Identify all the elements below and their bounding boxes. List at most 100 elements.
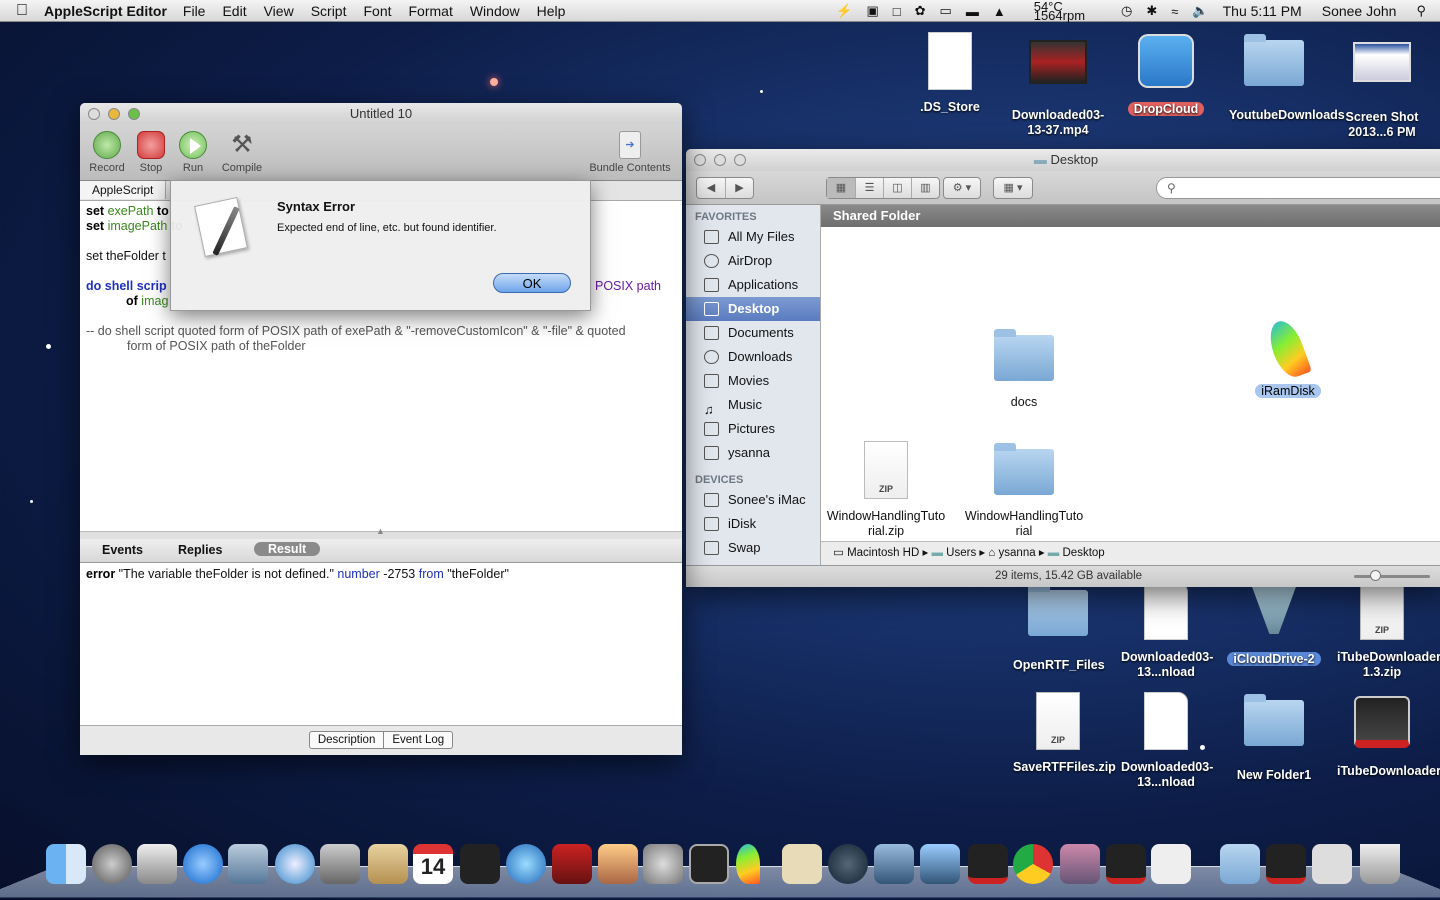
- fan-icon[interactable]: ▲: [993, 4, 1006, 19]
- sidebar-item-airdrop[interactable]: AirDrop: [686, 249, 820, 273]
- forward-icon[interactable]: ▶: [725, 178, 753, 198]
- sidebar-item-all-my-files[interactable]: All My Files: [686, 225, 820, 249]
- menu-view[interactable]: View: [264, 3, 294, 19]
- ok-button[interactable]: OK: [493, 273, 571, 293]
- apple-menu-icon[interactable]: : [0, 2, 44, 20]
- icon-view-icon[interactable]: ▦: [827, 178, 855, 198]
- search-input[interactable]: ⚲: [1156, 177, 1440, 199]
- sidebar-item-idisk[interactable]: iDisk: [686, 512, 820, 536]
- paw-icon[interactable]: ✿: [915, 3, 926, 19]
- record-button[interactable]: Record: [82, 131, 132, 174]
- script-editor-dock-icon[interactable]: [1151, 844, 1191, 884]
- camera-icon[interactable]: ▣: [866, 3, 878, 19]
- zoom-icon[interactable]: [128, 108, 140, 120]
- system-preferences-dock-icon[interactable]: [643, 844, 683, 884]
- activity-monitor-dock-icon[interactable]: [689, 844, 729, 884]
- document-dock-icon[interactable]: [782, 844, 822, 884]
- facetime-dock-icon[interactable]: [320, 844, 360, 884]
- result-pane[interactable]: error "The variable theFolder is not def…: [80, 563, 682, 725]
- itunes-dock-icon[interactable]: [506, 844, 546, 884]
- run-button[interactable]: Run: [168, 131, 218, 174]
- desktop-icon-itube-zip[interactable]: ZIP iTubeDownloader 1.3.zip: [1327, 580, 1440, 680]
- photos-dock-icon[interactable]: [1060, 844, 1100, 884]
- folder-dock-icon[interactable]: [1220, 844, 1260, 884]
- safari-dock-icon[interactable]: [275, 844, 315, 884]
- sidebar-item-documents[interactable]: Documents: [686, 321, 820, 345]
- screen-dock-icon[interactable]: [968, 844, 1008, 884]
- tab-replies[interactable]: Replies: [178, 543, 222, 557]
- sidebar-item-home[interactable]: ysanna: [686, 441, 820, 465]
- path-item[interactable]: Macintosh HD: [847, 547, 919, 559]
- desktop-icon-video[interactable]: Downloaded03-13-37.mp4: [1003, 30, 1113, 138]
- finder-titlebar[interactable]: ▬ Desktop: [686, 149, 1440, 171]
- contacts-dock-icon[interactable]: [368, 844, 408, 884]
- app-menu[interactable]: AppleScript Editor: [44, 3, 167, 19]
- event-log-button[interactable]: Event Log: [383, 732, 452, 748]
- language-selector[interactable]: AppleScript: [80, 181, 167, 199]
- sidebar-item-imac[interactable]: Sonee's iMac: [686, 488, 820, 512]
- description-button[interactable]: Description: [310, 732, 384, 748]
- iphoto-dock-icon[interactable]: [598, 844, 638, 884]
- menu-edit[interactable]: Edit: [222, 3, 246, 19]
- menu-script[interactable]: Script: [311, 3, 347, 19]
- speedometer-dock-icon[interactable]: [828, 844, 868, 884]
- sidebar-item-swap[interactable]: Swap: [686, 536, 820, 560]
- minimize-icon[interactable]: [108, 108, 120, 120]
- column-view-icon[interactable]: ◫: [883, 178, 911, 198]
- compile-button[interactable]: ⚒ Compile: [217, 131, 267, 174]
- chrome-dock-icon[interactable]: [1013, 844, 1053, 884]
- lock-icon[interactable]: □: [893, 4, 901, 19]
- path-item[interactable]: Desktop: [1063, 547, 1105, 559]
- preview-dock-icon[interactable]: [228, 844, 268, 884]
- finder-item-tutorial-folder[interactable]: WindowHandlingTutorial: [959, 439, 1089, 539]
- spotlight-icon[interactable]: ⚲: [1416, 3, 1426, 19]
- screen-icon[interactable]: ▭: [940, 3, 952, 19]
- path-item[interactable]: Users: [946, 547, 976, 559]
- sidebar-item-movies[interactable]: Movies: [686, 369, 820, 393]
- flash-icon[interactable]: ⚡: [836, 3, 852, 19]
- close-icon[interactable]: [88, 108, 100, 120]
- desktop-icon-download-2[interactable]: Downloaded03-13...nload: [1111, 690, 1221, 790]
- sidebar-item-pictures[interactable]: Pictures: [686, 417, 820, 441]
- migration-dock-icon[interactable]: [137, 844, 177, 884]
- menu-help[interactable]: Help: [537, 3, 566, 19]
- finder-item-docs[interactable]: docs: [959, 325, 1089, 410]
- menu-file[interactable]: File: [183, 3, 206, 19]
- split-handle[interactable]: ▲: [80, 526, 682, 539]
- time-machine-icon[interactable]: ◷: [1121, 3, 1132, 19]
- temp-readout[interactable]: 54°C 1564rpm: [1020, 0, 1085, 22]
- desktop-icon-ds-store[interactable]: .DS_Store: [895, 30, 1005, 115]
- back-icon[interactable]: ◀: [697, 178, 725, 198]
- chart-app-dock-icon[interactable]: [874, 844, 914, 884]
- slider-thumb[interactable]: [1370, 570, 1381, 581]
- menu-window[interactable]: Window: [470, 3, 520, 19]
- desktop-icon-dropcloud[interactable]: DropCloud: [1111, 30, 1221, 117]
- action-menu[interactable]: ⚙ ▾: [943, 177, 981, 199]
- desktop-icon-savertf-zip[interactable]: ZIP SaveRTFFiles.zip: [1003, 690, 1116, 775]
- app-store-dock-icon[interactable]: [183, 844, 223, 884]
- coverflow-view-icon[interactable]: ▥: [911, 178, 939, 198]
- bluetooth-icon[interactable]: ✱: [1146, 3, 1157, 19]
- photo-booth-dock-icon[interactable]: [552, 844, 592, 884]
- launchpad-dock-icon[interactable]: [92, 844, 132, 884]
- desktop-icon-icloud-drive[interactable]: iCloudDrive-2: [1219, 580, 1329, 667]
- path-item[interactable]: ysanna: [999, 547, 1036, 559]
- desktop-icon-openrtf[interactable]: OpenRTF_Files: [1003, 580, 1113, 673]
- arrange-menu[interactable]: ▦ ▾: [993, 177, 1033, 199]
- user-menu[interactable]: Sonee John: [1322, 3, 1397, 19]
- feather-dock-icon[interactable]: [736, 844, 760, 884]
- calendar-dock-icon[interactable]: 14: [413, 844, 453, 884]
- xcode-dock-icon[interactable]: [920, 844, 960, 884]
- wifi-icon[interactable]: ≈: [1171, 4, 1178, 19]
- desktop-icon-download-1[interactable]: Downloaded03-13...nload: [1111, 580, 1221, 680]
- icon-size-slider[interactable]: [1354, 570, 1430, 581]
- trash-icon[interactable]: [1360, 844, 1400, 884]
- window-dock-icon[interactable]: [1312, 844, 1352, 884]
- finder-item-iramdisk[interactable]: iRamDisk: [1223, 316, 1353, 399]
- minimize-icon[interactable]: [714, 154, 726, 166]
- sidebar-item-music[interactable]: ♫ Music: [686, 393, 820, 417]
- close-icon[interactable]: [694, 154, 706, 166]
- screen-recorder-dock-icon[interactable]: [1106, 844, 1146, 884]
- itube-dock-icon[interactable]: [1266, 844, 1306, 884]
- menu-font[interactable]: Font: [363, 3, 391, 19]
